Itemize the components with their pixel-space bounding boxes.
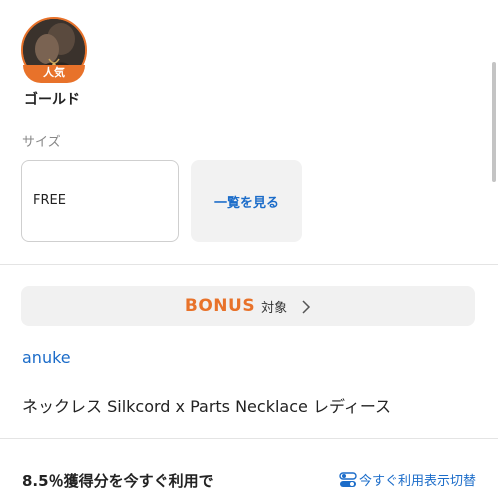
product-title: ネックレス Silkcord x Parts Necklace レディース	[22, 397, 392, 416]
bonus-logo: BONUS	[184, 296, 256, 316]
points-display-toggle[interactable]: 今すぐ利用表示切替	[339, 470, 476, 489]
size-heading: サイズ	[22, 135, 61, 150]
toggle-link-label: 今すぐ利用表示切替	[358, 474, 476, 489]
bonus-banner[interactable]: BONUS 対象	[21, 286, 475, 326]
scrollbar[interactable]	[492, 62, 496, 182]
product-detail-page: 人気 ゴールド サイズ FREE 一覧を見る BONUS 対象 anuke ネッ…	[0, 0, 498, 498]
points-usage-text: 8.5％獲得分を今すぐ利用で	[22, 472, 214, 490]
brand-link[interactable]: anuke	[22, 348, 71, 367]
bonus-target-label: 対象	[261, 300, 288, 316]
section-divider	[0, 438, 498, 439]
chevron-right-icon	[301, 299, 311, 314]
size-option-free[interactable]: FREE	[21, 160, 179, 242]
popular-badge: 人気	[23, 65, 85, 83]
color-name-label: ゴールド	[24, 92, 80, 108]
size-option-label: FREE	[33, 193, 66, 208]
view-all-sizes-button[interactable]: 一覧を見る	[191, 160, 302, 242]
section-divider	[0, 264, 498, 265]
color-swatch-gold[interactable]: 人気	[21, 17, 87, 83]
toggle-switch-icon	[339, 471, 357, 488]
